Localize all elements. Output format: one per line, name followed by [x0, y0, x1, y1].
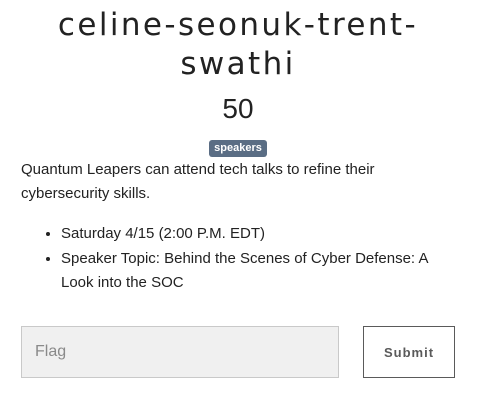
detail-item-topic: Speaker Topic: Behind the Scenes of Cybe…: [61, 247, 451, 296]
tag-badge: speakers: [209, 140, 267, 157]
challenge-details-list: Saturday 4/15 (2:00 P.M. EDT) Speaker To…: [21, 222, 451, 296]
submit-button[interactable]: Submit: [363, 326, 455, 378]
challenge-points: 50: [222, 93, 254, 124]
detail-item-date: Saturday 4/15 (2:00 P.M. EDT): [61, 222, 451, 247]
flag-input[interactable]: [21, 326, 339, 378]
challenge-description: Quantum Leapers can attend tech talks to…: [21, 161, 375, 202]
challenge-title: celine-seonuk-trent-swathi: [57, 7, 419, 82]
challenge-panel: celine-seonuk-trent-swathi 50 speakers Q…: [0, 0, 480, 406]
challenge-tags: speakers: [0, 138, 476, 157]
